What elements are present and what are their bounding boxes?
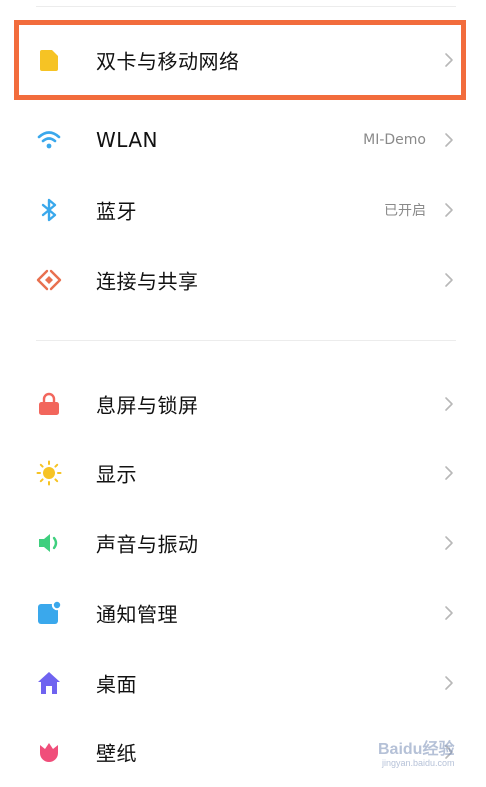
setting-label: 连接与共享 [96, 269, 199, 294]
watermark-url: jingyan.baidu.com [381, 758, 455, 768]
chevron-right-icon [442, 131, 456, 149]
sidebar-item-screen-lock[interactable]: 息屏与锁屏 [0, 369, 486, 439]
sidebar-item-connection-sharing[interactable]: 连接与共享 [0, 245, 486, 315]
watermark-brand: Baidu经验 [378, 739, 455, 758]
chevron-right-icon [442, 395, 456, 413]
section-divider [36, 340, 456, 341]
wifi-icon [36, 127, 62, 153]
lock-icon [36, 391, 62, 417]
setting-label: 蓝牙 [96, 199, 137, 224]
sidebar-item-notifications[interactable]: 通知管理 [0, 578, 486, 648]
setting-value: 已开启 [384, 203, 426, 219]
bluetooth-icon [36, 197, 62, 223]
setting-label: 通知管理 [96, 602, 178, 627]
top-divider [36, 6, 456, 7]
sidebar-item-wlan[interactable]: WLAN MI-Demo [0, 105, 486, 175]
sidebar-item-dual-sim-mobile-network[interactable]: 双卡与移动网络 [0, 25, 486, 95]
chevron-right-icon [442, 464, 456, 482]
chevron-right-icon [442, 674, 456, 692]
setting-label: 壁纸 [96, 741, 137, 766]
chevron-right-icon [442, 271, 456, 289]
sidebar-item-bluetooth[interactable]: 蓝牙 已开启 [0, 175, 486, 245]
sidebar-item-display[interactable]: 显示 [0, 438, 486, 508]
chevron-right-icon [442, 51, 456, 69]
setting-label: 声音与振动 [96, 532, 199, 557]
connection-sharing-icon [36, 267, 62, 293]
wallpaper-tulip-icon [36, 739, 62, 765]
sidebar-item-home-screen[interactable]: 桌面 [0, 648, 486, 718]
setting-label: 息屏与锁屏 [96, 393, 199, 418]
watermark-logo: Baidu经验 jingyan.baidu.com [376, 736, 466, 770]
sim-card-icon [36, 47, 62, 73]
home-icon [36, 670, 62, 696]
chevron-right-icon [442, 201, 456, 219]
speaker-icon [36, 530, 62, 556]
setting-label: WLAN [96, 128, 159, 152]
setting-label: 桌面 [96, 672, 137, 697]
notification-icon [36, 600, 62, 626]
setting-label: 双卡与移动网络 [96, 49, 240, 74]
sidebar-item-sound-vibration[interactable]: 声音与振动 [0, 508, 486, 578]
chevron-right-icon [442, 534, 456, 552]
setting-value: MI-Demo [363, 132, 426, 148]
sun-icon [36, 460, 62, 486]
chevron-right-icon [442, 604, 456, 622]
setting-label: 显示 [96, 462, 137, 487]
